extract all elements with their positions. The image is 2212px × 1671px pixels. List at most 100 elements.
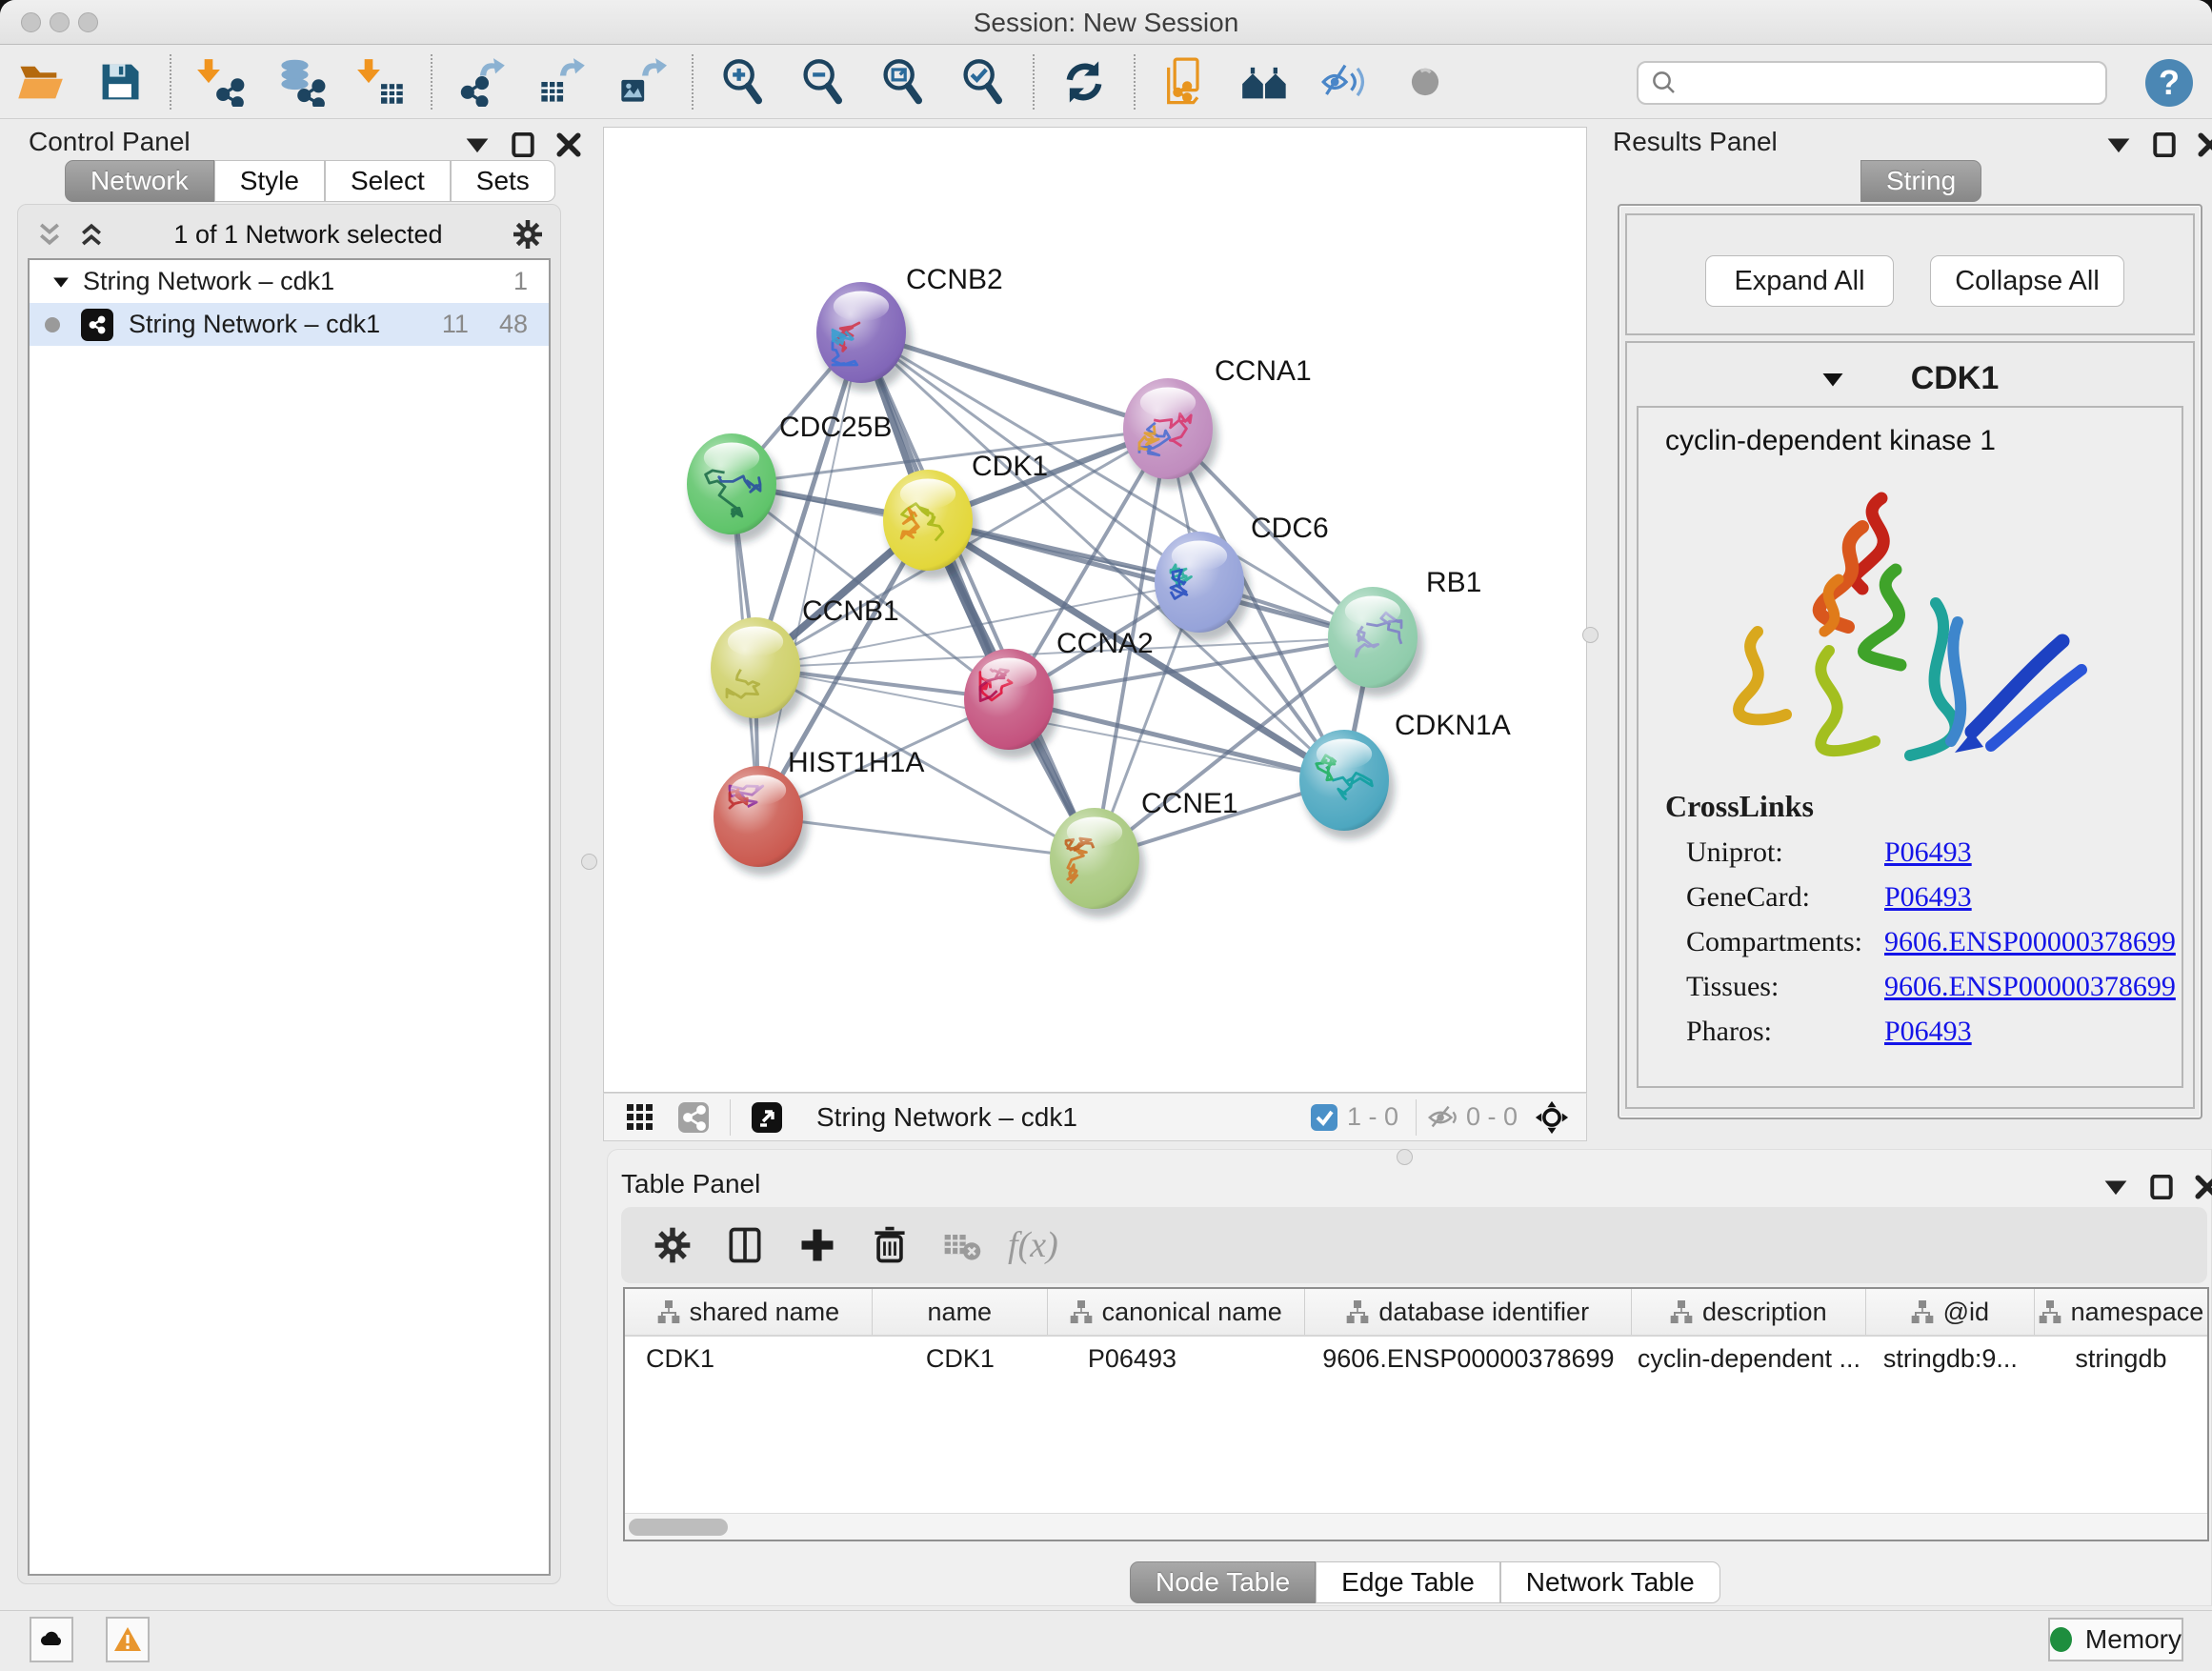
zoom-in-icon[interactable] [714, 53, 772, 111]
add-column-icon[interactable] [791, 1218, 844, 1272]
column-header[interactable]: database identifier [1305, 1289, 1632, 1335]
column-header[interactable]: canonical name [1048, 1289, 1305, 1335]
network-node-CDC25B[interactable] [687, 433, 782, 543]
crosslink-link[interactable]: P06493 [1884, 1016, 1972, 1048]
cell-canonical-name[interactable]: P06493 [1048, 1344, 1305, 1374]
splitter-grip-left[interactable] [581, 854, 597, 870]
cell-shared-name[interactable]: CDK1 [625, 1344, 873, 1374]
collapse-all-button[interactable]: Collapse All [1930, 255, 2124, 307]
import-network-database-icon[interactable] [272, 53, 330, 111]
tab-string[interactable]: String [1860, 160, 1981, 202]
zoom-out-icon[interactable] [794, 53, 852, 111]
network-node-CCNE1[interactable] [1050, 808, 1145, 917]
crosslink-link[interactable]: 9606.ENSP00000378699 [1884, 926, 2176, 958]
close-panel-icon[interactable] [2195, 1175, 2212, 1199]
tab-style[interactable]: Style [214, 160, 325, 202]
export-image-icon[interactable] [613, 53, 671, 111]
refresh-view-icon[interactable] [1056, 53, 1113, 111]
network-icon-toggle[interactable] [673, 1098, 714, 1137]
tree-expander-icon[interactable] [52, 275, 70, 289]
zoom-selected-icon[interactable] [955, 53, 1012, 111]
string-network-graph[interactable]: CCNB2CCNA1CDC25BCDK1CDC6RB1CCNB1CCNA2CDK… [604, 128, 1586, 1092]
network-node-CDKN1A[interactable] [1299, 730, 1395, 839]
function-builder-button[interactable]: f(x) [1008, 1224, 1058, 1266]
network-options-gear-icon[interactable] [511, 217, 545, 252]
export-network-icon[interactable] [453, 53, 511, 111]
memory-button[interactable]: Memory [2048, 1618, 2183, 1661]
panel-menu-icon[interactable] [2103, 1175, 2128, 1199]
network-node-CDC6[interactable] [1155, 532, 1250, 641]
network-node-HIST1H1A[interactable] [714, 766, 809, 876]
delete-column-icon[interactable] [863, 1218, 916, 1272]
network-node-CCNB2[interactable] [816, 282, 912, 392]
column-header[interactable]: name [873, 1289, 1048, 1335]
tab-edge-table[interactable]: Edge Table [1316, 1561, 1500, 1603]
birdseye-view-icon[interactable] [1397, 53, 1454, 111]
network-row-selected[interactable]: String Network – cdk1 11 48 [30, 303, 549, 346]
hide-graphics-details-icon[interactable] [1317, 53, 1374, 111]
splitter-grip-right[interactable] [1582, 627, 1599, 643]
network-node-CDK1[interactable] [883, 470, 978, 579]
scrollbar-thumb[interactable] [629, 1519, 728, 1536]
collapse-all-tree-icon[interactable] [35, 220, 64, 249]
table-row[interactable]: CDK1 CDK1 P06493 9606.ENSP00000378699 cy… [625, 1337, 2207, 1380]
search-input[interactable] [1686, 69, 2105, 98]
panel-menu-icon[interactable] [2106, 132, 2131, 157]
tab-node-table[interactable]: Node Table [1130, 1561, 1316, 1603]
selected-nodes-checkbox-icon[interactable] [1309, 1102, 1339, 1133]
cell-description[interactable]: cyclin-dependent ... [1632, 1344, 1866, 1374]
network-edge[interactable] [758, 332, 861, 816]
houses-icon[interactable] [1237, 53, 1294, 111]
network-node-CCNA2[interactable] [964, 649, 1059, 758]
horizontal-scrollbar[interactable] [625, 1513, 2207, 1540]
cell-database-identifier[interactable]: 9606.ENSP00000378699 [1305, 1344, 1632, 1374]
network-document-icon[interactable] [1156, 53, 1214, 111]
column-header[interactable]: description [1632, 1289, 1866, 1335]
warnings-button[interactable] [106, 1617, 150, 1662]
help-button[interactable]: ? [2145, 59, 2193, 107]
cloud-status-button[interactable] [30, 1617, 73, 1662]
export-table-icon[interactable] [533, 53, 591, 111]
column-network-icon [1346, 1300, 1369, 1323]
network-collection-row[interactable]: String Network – cdk1 1 [30, 260, 549, 303]
tab-network[interactable]: Network [65, 160, 214, 202]
expand-all-tree-icon[interactable] [77, 220, 106, 249]
import-table-file-icon[interactable] [352, 53, 410, 111]
column-header[interactable]: @id [1866, 1289, 2035, 1335]
splitter-grip-bottom[interactable] [1397, 1149, 1413, 1165]
column-header[interactable]: namespace [2035, 1289, 2207, 1335]
crosslink-link[interactable]: P06493 [1884, 881, 1972, 914]
float-panel-icon[interactable] [2152, 132, 2177, 157]
tab-sets[interactable]: Sets [451, 160, 555, 202]
tab-select[interactable]: Select [325, 160, 451, 202]
birdseye-navigator-icon[interactable] [1531, 1098, 1573, 1137]
network-node-RB1[interactable] [1328, 587, 1423, 696]
expand-all-button[interactable]: Expand All [1705, 255, 1894, 307]
section-expander-icon[interactable] [1821, 371, 1844, 388]
cell-namespace[interactable]: stringdb [2035, 1344, 2207, 1374]
column-header[interactable]: shared name [625, 1289, 873, 1335]
save-session-icon[interactable] [91, 53, 149, 111]
crosslink-link[interactable]: P06493 [1884, 836, 1972, 869]
open-file-icon[interactable] [11, 53, 69, 111]
detach-view-icon[interactable] [746, 1098, 788, 1137]
float-panel-icon[interactable] [511, 132, 535, 157]
network-view-canvas[interactable]: CCNB2CCNA1CDC25BCDK1CDC6RB1CCNB1CCNA2CDK… [603, 127, 1587, 1093]
delete-table-icon[interactable] [935, 1218, 989, 1272]
close-panel-icon[interactable] [2198, 132, 2212, 157]
import-network-file-icon[interactable] [192, 53, 250, 111]
network-node-CCNA1[interactable] [1123, 378, 1218, 488]
table-tabs: Node Table Edge Table Network Table [1130, 1561, 1720, 1603]
zoom-fit-icon[interactable] [875, 53, 932, 111]
cell-id[interactable]: stringdb:9... [1866, 1344, 2035, 1374]
table-options-gear-icon[interactable] [646, 1218, 699, 1272]
grid-view-icon[interactable] [619, 1098, 661, 1137]
panel-menu-icon[interactable] [465, 132, 490, 157]
protein-section: CDK1 cyclin-dependent kinase 1 [1625, 341, 2195, 1109]
crosslink-link[interactable]: 9606.ENSP00000378699 [1884, 971, 2176, 1003]
tab-network-table[interactable]: Network Table [1500, 1561, 1720, 1603]
float-panel-icon[interactable] [2149, 1175, 2174, 1199]
cell-name[interactable]: CDK1 [873, 1344, 1048, 1374]
close-panel-icon[interactable] [556, 132, 581, 157]
show-columns-icon[interactable] [718, 1218, 772, 1272]
